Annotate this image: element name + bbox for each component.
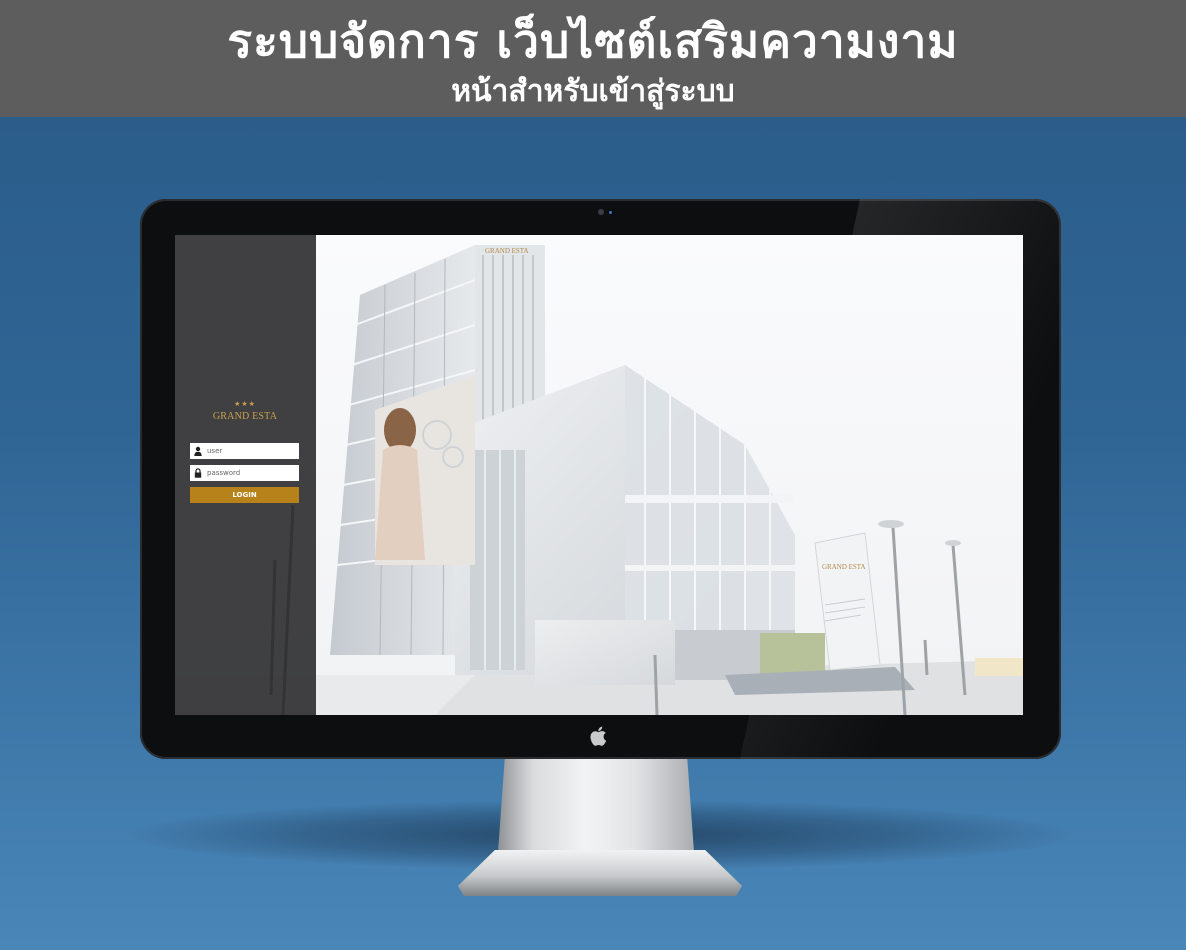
facade-sign-text: GRAND ESTA bbox=[485, 247, 529, 255]
camera-icon bbox=[598, 209, 604, 215]
username-field[interactable] bbox=[190, 443, 299, 459]
apple-logo-icon bbox=[590, 726, 607, 746]
screen: GRAND ESTA GRAND ESTA ★★★ GRAND ESTA use… bbox=[175, 235, 1023, 715]
password-input[interactable] bbox=[207, 465, 297, 481]
monitor-stand-neck bbox=[497, 756, 695, 866]
lock-icon bbox=[194, 468, 202, 478]
password-field[interactable] bbox=[190, 465, 299, 481]
login-button[interactable]: LOGIN bbox=[190, 487, 299, 503]
pylon-sign-text: GRAND ESTA bbox=[822, 563, 866, 571]
page-subtitle: หน้าสำหรับเข้าสู่ระบบ bbox=[451, 74, 735, 109]
brand-stars: ★★★ bbox=[234, 400, 256, 408]
brand-logo: ★★★ GRAND ESTA bbox=[195, 400, 295, 430]
username-input[interactable] bbox=[207, 443, 297, 459]
monitor-stand-base bbox=[458, 850, 742, 896]
user-icon bbox=[194, 446, 202, 456]
page-title: ระบบจัดการ เว็บไซต์เสริมความงาม bbox=[227, 14, 959, 68]
login-sidebar: ★★★ GRAND ESTA LOGIN bbox=[175, 235, 316, 715]
header-banner: ระบบจัดการ เว็บไซต์เสริมความงาม หน้าสำหร… bbox=[0, 0, 1186, 117]
brand-name: GRAND ESTA bbox=[212, 411, 278, 422]
camera-led bbox=[609, 211, 612, 214]
